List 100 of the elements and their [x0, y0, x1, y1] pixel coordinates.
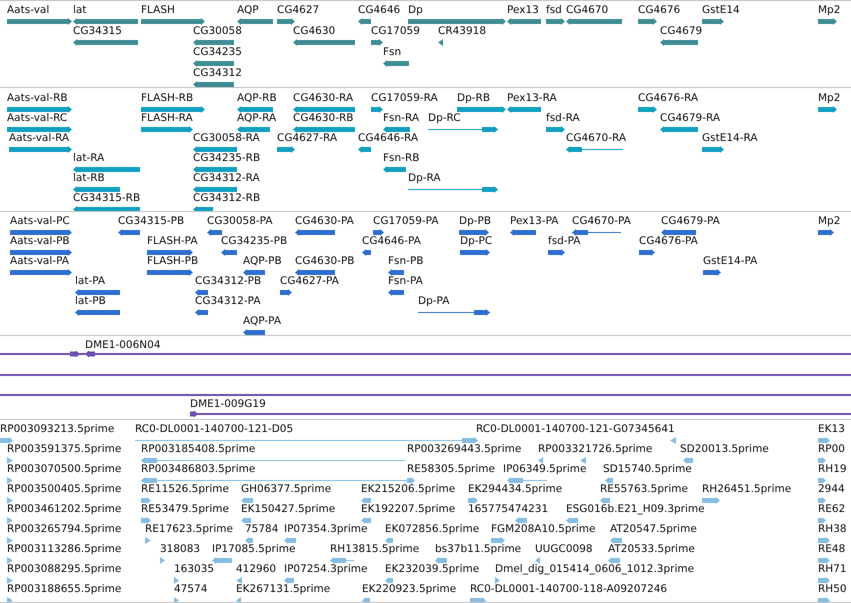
feature-label: FLASH: [141, 4, 175, 17]
feature-label: CG4646-RA: [358, 132, 418, 145]
feature-label: 318083: [160, 543, 200, 556]
feature-label: RP003185408.5prime: [141, 443, 256, 456]
feature-label: CG4670: [566, 4, 608, 17]
feature-label: RH71: [818, 563, 847, 576]
feature-label: GH06377.5prime: [241, 483, 332, 496]
feature-label: SD15740.5prime: [603, 463, 692, 476]
feature-label: Dp-PB: [459, 215, 492, 228]
feature-label: AQP: [237, 4, 259, 17]
feature-label: Mp2: [818, 92, 840, 105]
feature-label: IP06349.5prime: [503, 463, 586, 476]
feature-label: Aats-val-RB: [7, 92, 68, 105]
feature-label: Fsn-PB: [388, 255, 424, 268]
feature-label: FGM208A10.5prime: [491, 523, 596, 536]
feature-label: CG34312-PA: [195, 295, 261, 308]
feature-label: CG4630-PB: [295, 255, 355, 268]
feature-label: RP003486803.5prime: [141, 463, 256, 476]
feature-label: CG4627-RA: [277, 132, 338, 145]
feature-label: CG4670-PA: [572, 215, 631, 228]
feature-label: EK072856.5prime: [385, 523, 480, 536]
feature-label: Aats-val-PA: [10, 255, 69, 268]
feature-label: fsd-PA: [548, 235, 580, 248]
feature-label: RP003093213.5prime: [0, 423, 114, 436]
feature-label: Pex13: [507, 4, 539, 17]
feature-label: 165775474231: [468, 503, 548, 516]
feature-label: Mp2: [818, 215, 840, 228]
feature-label: Aats-val-PC: [10, 215, 70, 228]
feature-label: 163035: [174, 563, 214, 576]
feature-label: Dp: [408, 4, 423, 17]
feature-label: RE48: [818, 543, 846, 556]
feature-label: CG34315: [73, 25, 122, 38]
feature-label: Aats-val-RA: [9, 132, 70, 145]
feature-label: UUGC0098: [535, 543, 593, 556]
feature-label: CG34312: [193, 67, 242, 80]
feature-label: CG4627: [277, 4, 320, 17]
feature-label: EK13: [818, 423, 845, 436]
feature-label: bs37b11.5prime: [435, 543, 522, 556]
feature-label: RP003500405.5prime: [7, 483, 122, 496]
clone-label: DME1-009G19: [190, 398, 266, 411]
feature-label: RC0-DL0001-140700-118-A09207246: [470, 583, 668, 596]
feature-label: lat-RA: [73, 152, 104, 165]
feature-label: lat-RB: [73, 172, 105, 185]
feature-label: AQP-PB: [243, 255, 282, 268]
feature-label: CG4679-PA: [661, 215, 720, 228]
feature-label: RH19: [818, 463, 847, 476]
feature-label: RP003269443.5prime: [407, 443, 522, 456]
feature-label: GstE14-RA: [702, 132, 758, 145]
feature-label: CG4646-PA: [362, 235, 421, 248]
feature-label: Fsn-PA: [388, 275, 423, 288]
feature-label: RH26451.5prime: [702, 483, 792, 496]
feature-label: CG4630-PA: [295, 215, 354, 228]
feature-label: RH50: [818, 583, 847, 596]
feature-label: FLASH-PA: [147, 235, 198, 248]
feature-label: Dp-RC: [428, 112, 461, 125]
feature-label: IP17085.5prime: [212, 543, 296, 556]
feature-label: Dp-PA: [418, 295, 450, 308]
feature-label: RP003265794.5prime: [7, 523, 122, 536]
feature-label: CG34312-RA: [193, 172, 260, 185]
feature-label: RP003188655.5prime: [7, 583, 122, 596]
feature-label: RE53479.5prime: [141, 503, 229, 516]
feature-label: EK192207.5prime: [361, 503, 456, 516]
feature-label: EK215206.5prime: [361, 483, 456, 496]
clone-label: DME1-006N04: [85, 339, 161, 352]
feature-label: RE55763.5prime: [600, 483, 688, 496]
feature-label: CG34235-RB: [193, 152, 260, 165]
feature-label: Dp-RB: [457, 92, 490, 105]
feature-label: EK220923.5prime: [362, 583, 456, 596]
feature-label: RP003321726.5prime: [538, 443, 652, 456]
feature-label: CG34235: [193, 46, 242, 59]
feature-label: CG17059-PA: [373, 215, 439, 228]
feature-label: Mp2: [818, 4, 840, 17]
feature-label: RH13815.5prime: [330, 543, 420, 556]
feature-label: RP003070500.5prime: [7, 463, 122, 476]
feature-label: CG30058-RA: [193, 132, 260, 145]
feature-label: CG4679-RA: [660, 112, 720, 125]
feature-label: RP003461202.5prime: [7, 503, 122, 516]
feature-label: Aats-val-RC: [7, 112, 68, 125]
feature-label: lat: [73, 4, 86, 17]
feature-label: CG34315-RB: [73, 192, 140, 205]
feature-label: IP07254.3prime: [284, 563, 368, 576]
feature-label: SD20013.5prime: [680, 443, 769, 456]
feature-label: Aats-val-PB: [10, 235, 70, 248]
feature-label: 47574: [174, 583, 208, 596]
feature-label: FLASH-RB: [141, 92, 194, 105]
feature-label: AT20533.5prime: [608, 543, 695, 556]
feature-label: Dp-RA: [408, 172, 441, 185]
feature-label: RH38: [818, 523, 847, 536]
feature-label: CG4630: [293, 25, 336, 38]
feature-label: RC0-DL0001-140700-121-D05: [135, 423, 294, 436]
feature-label: EK232039.5prime: [385, 563, 480, 576]
feature-label: fsd-RA: [546, 112, 580, 125]
feature-label: AT20547.5prime: [610, 523, 697, 536]
feature-label: RE58305.5prime: [407, 463, 495, 476]
feature-label: CG30058-PA: [207, 215, 273, 228]
feature-label: RC0-DL0001-140700-121-G07345641: [476, 423, 675, 436]
feature-label: fsd: [546, 4, 562, 17]
feature-label: CG34312-RB: [193, 192, 260, 205]
feature-label: RE11526.5prime: [141, 483, 229, 496]
feature-label: 2944: [818, 483, 845, 496]
